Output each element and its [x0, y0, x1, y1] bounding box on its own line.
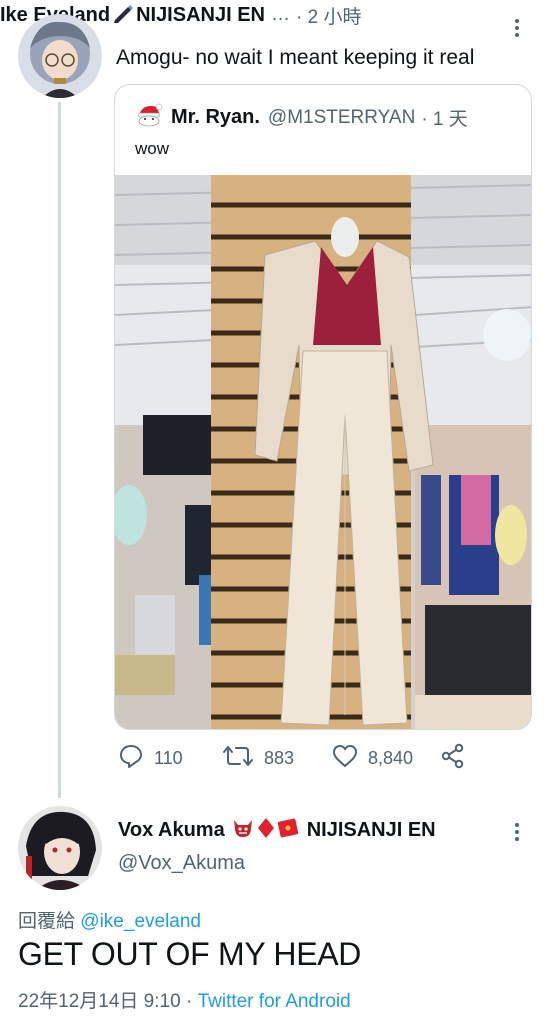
share-action[interactable] — [440, 743, 476, 774]
retweet-action[interactable]: 883 — [222, 744, 294, 772]
like-action[interactable]: 8,840 — [332, 744, 413, 772]
vox-tweet-text: GET OUT OF MY HEAD — [18, 936, 362, 972]
ike-tweet-text: Amogu- no wait I meant keeping it real — [116, 46, 475, 69]
more-icon[interactable] — [512, 822, 522, 842]
ike-time[interactable]: · 2 小時 — [296, 2, 361, 29]
vox-avatar[interactable] — [18, 806, 102, 890]
thread-line — [58, 102, 61, 798]
meta-separator: · — [185, 991, 193, 1012]
quoted-handle[interactable]: @M1STERRYAN — [268, 107, 415, 129]
tweet-source[interactable]: Twitter for Android — [198, 991, 351, 1012]
more-icon[interactable] — [512, 18, 522, 38]
ike-name-ellipsis: … — [271, 4, 290, 25]
quoted-tweet-card[interactable]: Mr. Ryan. @M1STERRYAN · 1 天 wow — [114, 84, 532, 730]
quoted-tweet-text: wow — [135, 139, 170, 158]
reply-prefix: 回覆給 — [18, 911, 76, 932]
ike-name-suffix[interactable]: NIJISANJI EN — [136, 4, 265, 27]
reply-icon — [118, 743, 154, 774]
tweet-date[interactable]: 22年12月14日 9:10 — [18, 991, 181, 1012]
reply-action[interactable]: 110 — [118, 744, 183, 772]
vox-name-suffix[interactable]: NIJISANJI EN — [307, 819, 436, 842]
retweet-icon — [222, 743, 264, 774]
quoted-time[interactable]: · 1 天 — [421, 104, 467, 131]
reply-count: 110 — [154, 747, 183, 768]
demon-icon — [231, 816, 255, 845]
red-diamond-icon — [257, 817, 275, 844]
santa-avatar-icon — [135, 103, 163, 132]
red-envelope-icon — [277, 817, 299, 844]
share-icon — [440, 743, 476, 774]
vox-display-name[interactable]: Vox Akuma — [118, 819, 225, 842]
ike-avatar[interactable] — [18, 14, 102, 98]
reply-to-line: 回覆給 @ike_eveland — [18, 906, 201, 933]
vox-header: Vox Akuma NIJISANJI EN — [118, 816, 436, 845]
quoted-display-name[interactable]: Mr. Ryan. — [171, 106, 260, 129]
pen-icon — [112, 3, 134, 28]
quoted-tweet-image[interactable] — [115, 175, 531, 729]
like-icon — [332, 744, 368, 773]
retweet-count: 883 — [264, 747, 295, 768]
tweet-meta: 22年12月14日 9:10 · Twitter for Android — [18, 986, 351, 1013]
like-count: 8,840 — [368, 747, 414, 768]
quoted-tweet-header: Mr. Ryan. @M1STERRYAN · 1 天 — [135, 103, 468, 132]
reply-to-handle[interactable]: @ike_eveland — [80, 911, 201, 932]
mannequin-photo — [115, 175, 531, 729]
vox-handle[interactable]: @Vox_Akuma — [118, 852, 245, 875]
